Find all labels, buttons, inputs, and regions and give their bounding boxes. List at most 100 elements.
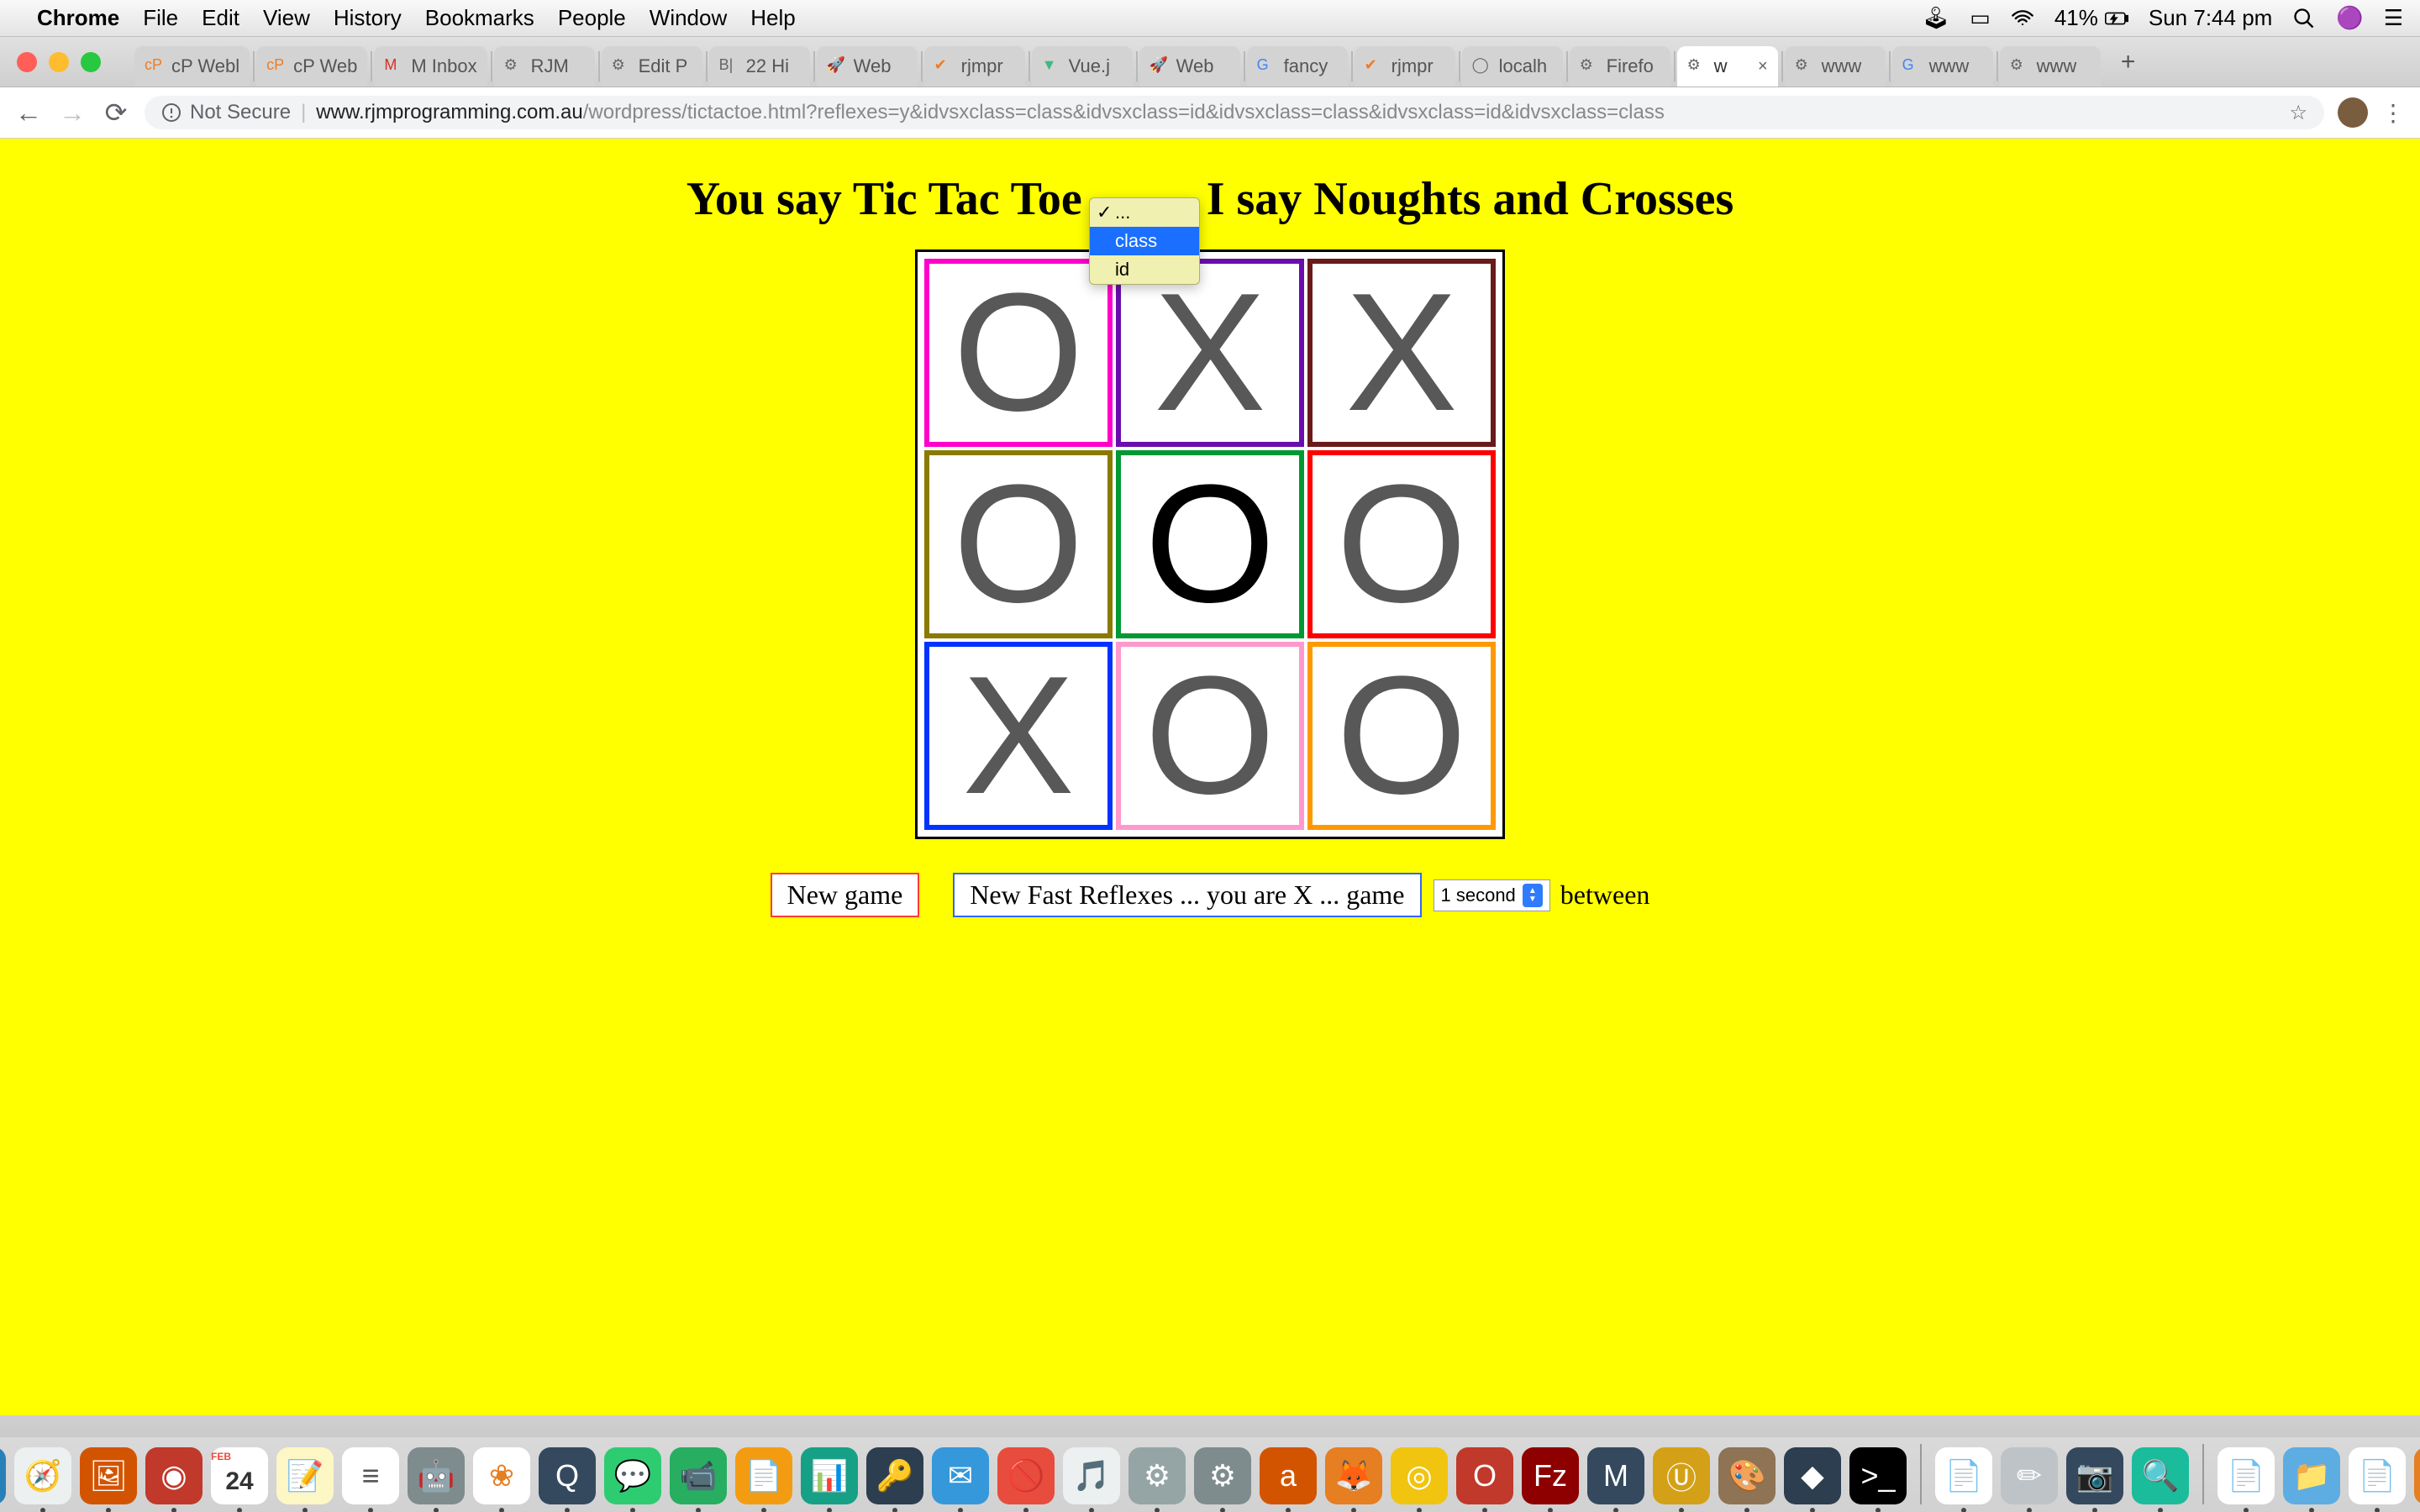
browser-tab[interactable]: cPcP Web: [256, 46, 367, 87]
dock-pages-icon[interactable]: 📄: [735, 1447, 792, 1504]
status-battery[interactable]: 41%: [2054, 5, 2128, 31]
window-close[interactable]: [17, 52, 37, 72]
dock-gear2-icon[interactable]: ⚙: [1194, 1447, 1251, 1504]
dock-gimp-icon[interactable]: 🎨: [1718, 1447, 1776, 1504]
browser-tab[interactable]: cPcP Webl: [134, 46, 250, 87]
browser-tab[interactable]: B|22 Hi: [709, 46, 810, 87]
status-wifi-icon[interactable]: [2011, 7, 2034, 30]
dock-numbers-icon[interactable]: 📊: [801, 1447, 858, 1504]
reload-button[interactable]: ⟳: [101, 97, 131, 128]
menu-help[interactable]: Help: [750, 5, 795, 31]
dock-chrome-icon[interactable]: ◎: [1391, 1447, 1448, 1504]
dock-pencil-icon[interactable]: ✏: [2001, 1447, 2058, 1504]
dock-calendar-icon[interactable]: FEB24: [211, 1447, 268, 1504]
browser-tab[interactable]: ⚙www: [2000, 46, 2101, 87]
menu-people[interactable]: People: [558, 5, 626, 31]
browser-tab[interactable]: ⚙RJM: [494, 46, 595, 87]
board-cell-3[interactable]: O: [924, 450, 1113, 638]
dock-terminal-icon[interactable]: >_: [1849, 1447, 1907, 1504]
style-dropdown[interactable]: ...classid: [1089, 197, 1200, 285]
dock-messages-icon[interactable]: 💬: [604, 1447, 661, 1504]
dock-music-icon[interactable]: 🎵: [1063, 1447, 1120, 1504]
menu-file[interactable]: File: [143, 5, 178, 31]
status-trophy-icon[interactable]: 🕹: [1922, 5, 1949, 31]
browser-tab[interactable]: ⚙www: [1785, 46, 1886, 87]
status-clock[interactable]: Sun 7:44 pm: [2149, 5, 2272, 31]
browser-tab[interactable]: Gwww: [1892, 46, 1993, 87]
back-button[interactable]: ←: [13, 97, 44, 128]
dock-quicktime-icon[interactable]: Q: [539, 1447, 596, 1504]
board-cell-5[interactable]: O: [1307, 450, 1496, 638]
dock-automator-icon[interactable]: 🤖: [408, 1447, 465, 1504]
new-fast-reflexes-button[interactable]: New Fast Reflexes ... you are X ... game: [953, 873, 1421, 917]
menu-history[interactable]: History: [334, 5, 402, 31]
window-zoom[interactable]: [81, 52, 101, 72]
dock-daisy-disk-icon[interactable]: ◉: [145, 1447, 203, 1504]
browser-tab[interactable]: ⚙Edit P: [602, 46, 702, 87]
new-game-button[interactable]: New game: [771, 873, 920, 917]
chrome-menu-icon[interactable]: ⋮: [2381, 99, 2407, 127]
board-cell-0[interactable]: O: [924, 259, 1113, 447]
board-cell-7[interactable]: O: [1116, 642, 1304, 830]
menu-edit[interactable]: Edit: [202, 5, 239, 31]
dock-folder-icon[interactable]: 📁: [2283, 1447, 2340, 1504]
profile-avatar[interactable]: [2338, 97, 2368, 128]
dock-uw-icon[interactable]: Ⓤ: [1653, 1447, 1710, 1504]
dock-textedit-icon[interactable]: 📄: [1935, 1447, 1992, 1504]
browser-tab[interactable]: 🚀Web: [1139, 46, 1240, 87]
board-cell-8[interactable]: O: [1307, 642, 1496, 830]
dock-keynote-icon[interactable]: 🔑: [866, 1447, 923, 1504]
status-airplay-icon[interactable]: ▭: [1970, 5, 1991, 31]
new-tab-button[interactable]: +: [2112, 46, 2144, 78]
dock-inkscape-icon[interactable]: ◆: [1784, 1447, 1841, 1504]
board-cell-1[interactable]: X: [1116, 259, 1304, 447]
dropdown-option[interactable]: id: [1090, 255, 1199, 284]
dock-mamp-icon[interactable]: M: [1587, 1447, 1644, 1504]
dock-app-store-icon[interactable]: A: [0, 1447, 6, 1504]
menu-view[interactable]: View: [263, 5, 310, 31]
menu-bookmarks[interactable]: Bookmarks: [425, 5, 534, 31]
omnibox[interactable]: Not Secure | www.rjmprogramming.com.au/w…: [145, 96, 2324, 129]
dock-facetime-icon[interactable]: 📹: [670, 1447, 727, 1504]
interval-select[interactable]: 1 second ▲▼: [1434, 879, 1550, 911]
dock-reminders-icon[interactable]: ≡: [342, 1447, 399, 1504]
browser-tab[interactable]: ✔rjmpr: [924, 46, 1025, 87]
dock-q-mark-icon[interactable]: a: [1260, 1447, 1317, 1504]
security-indicator[interactable]: Not Secure: [161, 101, 291, 124]
board-cell-2[interactable]: X: [1307, 259, 1496, 447]
dock-lens-icon[interactable]: 🔍: [2132, 1447, 2189, 1504]
dock-photos-icon[interactable]: ❀: [473, 1447, 530, 1504]
dock-doc1-icon[interactable]: 📄: [2217, 1447, 2275, 1504]
dock-filezilla-icon[interactable]: Fz: [1522, 1447, 1579, 1504]
menu-window[interactable]: Window: [650, 5, 727, 31]
board-cell-4[interactable]: O: [1116, 450, 1304, 638]
dock-system-prefs-icon[interactable]: ⚙: [1128, 1447, 1186, 1504]
forward-button[interactable]: →: [57, 97, 87, 128]
browser-tab[interactable]: ✔rjmpr: [1355, 46, 1455, 87]
browser-tab[interactable]: 🚀Web: [817, 46, 918, 87]
browser-tab[interactable]: Gfancy: [1247, 46, 1348, 87]
status-menu-icon[interactable]: ☰: [2384, 5, 2403, 31]
window-minimize[interactable]: [49, 52, 69, 72]
close-tab-icon[interactable]: ×: [1758, 57, 1768, 76]
status-siri-icon[interactable]: 🟣: [2336, 5, 2363, 31]
bookmark-star-icon[interactable]: ☆: [2289, 101, 2307, 125]
dock-firefox-icon[interactable]: 🦊: [1325, 1447, 1382, 1504]
board-cell-6[interactable]: X: [924, 642, 1113, 830]
browser-tab[interactable]: MM Inbox: [374, 46, 487, 87]
browser-tab[interactable]: ⚙w×: [1677, 46, 1778, 87]
dock-notes-icon[interactable]: 📝: [276, 1447, 334, 1504]
browser-tab[interactable]: ◯localh: [1462, 46, 1563, 87]
app-name[interactable]: Chrome: [37, 5, 119, 31]
browser-tab[interactable]: ▼Vue.j: [1032, 46, 1133, 87]
dropdown-option[interactable]: class: [1090, 227, 1199, 255]
dock-opera-icon[interactable]: O: [1456, 1447, 1513, 1504]
dock-screenshot-icon[interactable]: 📷: [2066, 1447, 2123, 1504]
dock-safari-icon[interactable]: 🧭: [14, 1447, 71, 1504]
dock-html-icon[interactable]: <>: [2414, 1447, 2420, 1504]
dropdown-option[interactable]: ...: [1090, 198, 1199, 227]
status-search-icon[interactable]: [2292, 7, 2316, 30]
dock-preview-icon[interactable]: 🖼: [80, 1447, 137, 1504]
dock-doc2-icon[interactable]: 📄: [2349, 1447, 2406, 1504]
browser-tab[interactable]: ⚙Firefo: [1570, 46, 1670, 87]
